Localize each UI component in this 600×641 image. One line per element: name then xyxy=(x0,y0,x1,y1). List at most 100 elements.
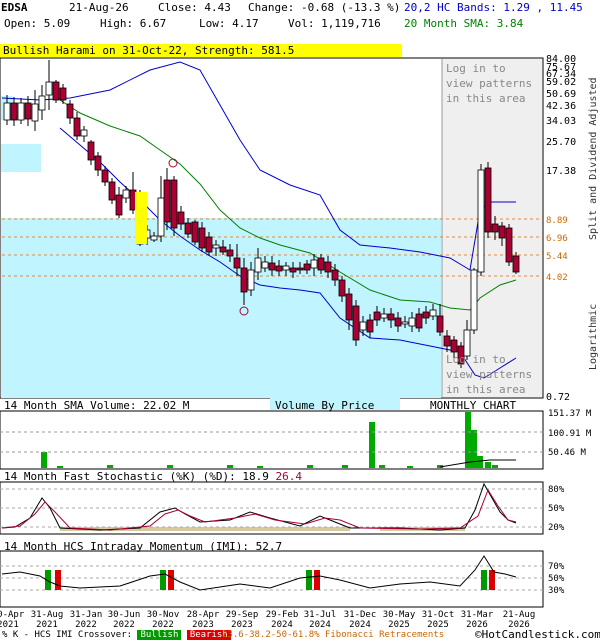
x-tick-label: 2025 xyxy=(427,620,449,630)
candle-body xyxy=(450,339,458,353)
candle-body xyxy=(324,261,332,273)
x-tick-label: 21-Aug xyxy=(503,610,536,620)
imi-panel-title: 14 Month HCS Intraday Momentum (IMI): 52… xyxy=(4,540,283,553)
log-label: Logarithmic xyxy=(588,303,599,370)
x-tick-label: 30-Jun xyxy=(108,610,141,620)
candle-body xyxy=(31,103,39,122)
x-tick-label: 30-May xyxy=(383,610,416,620)
candle-body xyxy=(80,129,88,137)
volume-bar xyxy=(257,466,263,468)
x-tick-label: 31-Mar xyxy=(461,610,494,620)
candle-body xyxy=(275,265,283,272)
candle-body xyxy=(491,223,499,233)
stochastic-k-line xyxy=(1,482,517,531)
candle-body xyxy=(66,103,74,119)
volume-bar xyxy=(407,466,413,468)
x-tick-label: 31-Dec xyxy=(344,610,377,620)
pattern-note-bottom: Log in to view patterns in this area xyxy=(446,353,533,396)
candle-body xyxy=(177,211,185,225)
vbp-label: Volume By Price xyxy=(275,399,375,412)
candle-body xyxy=(505,227,513,263)
candle-body xyxy=(108,181,116,201)
candle-body xyxy=(45,81,53,96)
footer-legend: % K - HCS IMI Crossover: Bullish Bearish xyxy=(2,630,231,640)
y-tick-label: 42.36 xyxy=(546,101,576,112)
candle-body xyxy=(219,246,227,253)
candle-body xyxy=(317,257,325,271)
imi-crossover-bar xyxy=(306,570,312,590)
candle-body xyxy=(94,155,102,171)
candle-body xyxy=(359,321,367,331)
imi-tick-label: 30% xyxy=(548,586,565,596)
y-tick-label: 25.70 xyxy=(546,137,576,148)
x-tick-label: 31-Jan xyxy=(70,610,103,620)
imi-crossover-bar xyxy=(489,570,495,590)
candle-body xyxy=(422,311,430,319)
candle-body xyxy=(429,309,437,317)
candle-body xyxy=(443,335,451,347)
x-tick-label: 2023 xyxy=(231,620,253,630)
imi-crossover-bar xyxy=(55,570,61,590)
candle-body xyxy=(3,102,11,121)
candle-body xyxy=(380,313,388,319)
candle-body xyxy=(233,257,241,269)
candle-body xyxy=(436,315,444,333)
candle-body xyxy=(59,87,67,101)
candle-body xyxy=(163,179,171,223)
candle-body xyxy=(73,117,81,137)
candle-body xyxy=(52,81,60,101)
y-tick-label: 17.38 xyxy=(546,166,576,177)
x-tick-label: 2024 xyxy=(271,620,293,630)
x-tick-label: 31-Aug xyxy=(31,610,64,620)
bullish-tag: Bullish xyxy=(137,630,182,640)
stochastic-tick-label: 80% xyxy=(548,485,565,495)
candle-body xyxy=(198,227,206,249)
chart-period-label: MONTHLY CHART xyxy=(430,399,517,412)
stochastic-tick-label: 20% xyxy=(548,523,565,533)
y-tick-label: 34.03 xyxy=(546,116,576,127)
candle-body xyxy=(470,269,478,331)
x-tick-label: 30-Nov xyxy=(147,610,180,620)
x-tick-label: 29-Sep xyxy=(226,610,259,620)
level-label: 8.89 xyxy=(546,216,568,226)
candle-body xyxy=(122,189,130,199)
volume-panel-title: 14 Month SMA Volume: 22.02 M xyxy=(4,399,190,412)
x-tick-label: 31-Jul xyxy=(304,610,337,620)
volume-tick-label: 151.37 M xyxy=(548,409,592,419)
level-label: 6.96 xyxy=(546,234,568,244)
candle-body xyxy=(498,225,506,239)
stochastic-d-line xyxy=(1,488,517,531)
candle-body xyxy=(387,313,395,321)
candle-body xyxy=(10,102,18,121)
x-tick-label: 2022 xyxy=(152,620,174,630)
candle-body xyxy=(101,169,109,183)
volume-bar xyxy=(492,465,498,468)
imi-line xyxy=(1,555,517,591)
candle-body xyxy=(401,321,409,325)
vbp-bar xyxy=(1,144,41,172)
candle-body xyxy=(296,267,304,271)
candle-body xyxy=(415,313,423,329)
x-tick-label: 28-Apr xyxy=(187,610,220,620)
candle-body xyxy=(170,179,178,229)
volume-tick-label: 100.91 M xyxy=(548,429,592,439)
volume-bar xyxy=(41,452,47,468)
candle-body xyxy=(289,267,297,273)
volume-bar xyxy=(342,465,348,468)
vbp-bar xyxy=(1,218,441,398)
x-tick-label: 29-Feb xyxy=(266,610,299,620)
harami-highlight xyxy=(135,192,147,244)
candle-body xyxy=(484,167,492,233)
pattern-note-top: Log in to view patterns in this area xyxy=(446,62,533,105)
volume-tick-label: 50.46 M xyxy=(548,448,587,458)
candle-body xyxy=(24,102,32,120)
x-tick-label: 2021 xyxy=(0,620,19,630)
candle-body xyxy=(205,236,213,253)
imi-tick-label: 50% xyxy=(548,574,565,584)
imi-crossover-bar xyxy=(314,570,320,590)
candle-body xyxy=(394,317,402,327)
imi-crossover-bar xyxy=(168,570,174,590)
level-label: 4.02 xyxy=(546,273,568,283)
candle-body xyxy=(254,257,262,273)
x-tick-label: 31-Oct xyxy=(422,610,455,620)
